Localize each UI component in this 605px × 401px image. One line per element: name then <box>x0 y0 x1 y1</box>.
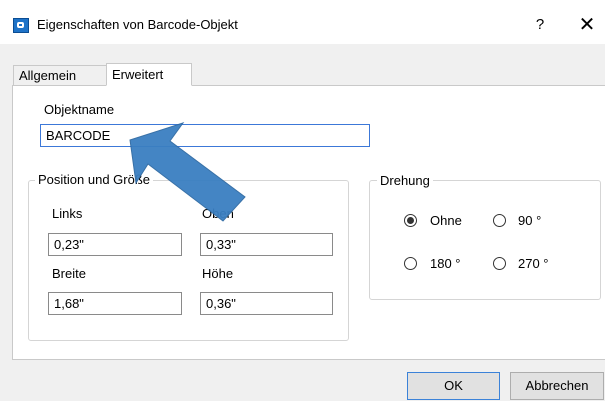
tab-advanced[interactable]: Erweitert <box>106 63 192 86</box>
callout-arrow-icon <box>129 122 246 222</box>
